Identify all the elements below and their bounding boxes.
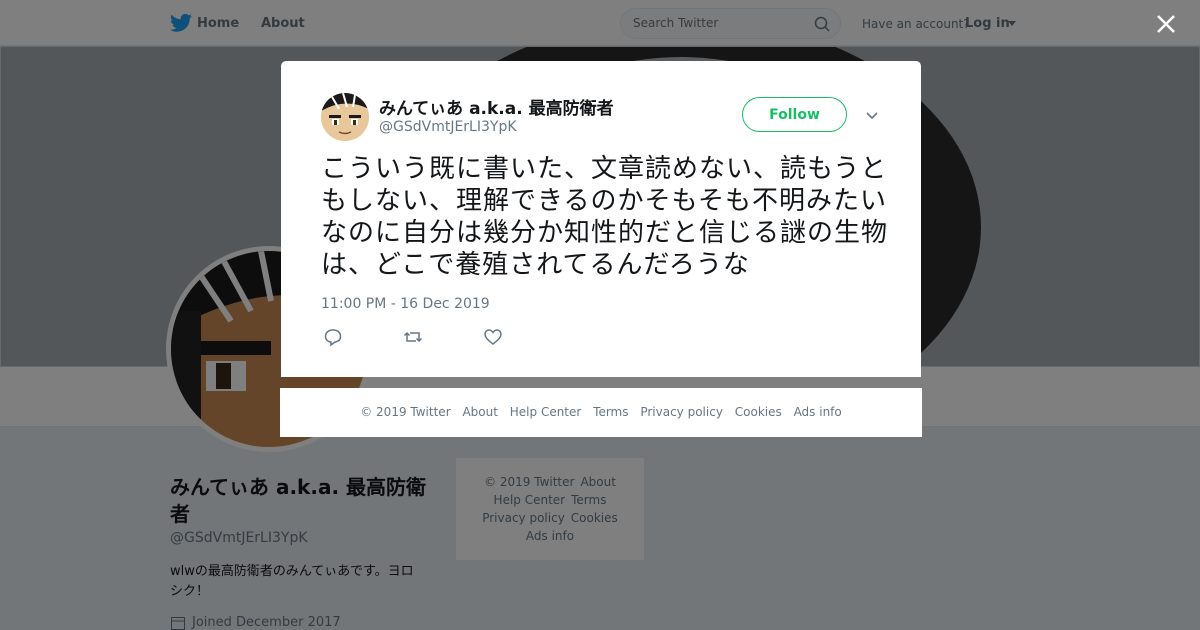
close-icon[interactable] xyxy=(1155,13,1177,35)
retweet-icon[interactable] xyxy=(403,327,423,347)
follow-button[interactable]: Follow xyxy=(742,97,847,132)
avatar-illustration xyxy=(321,93,369,141)
author-name[interactable]: みんてぃあ a.k.a. 最高防衛者 xyxy=(379,94,614,119)
modal-footer: © 2019 Twitter About Help Center Terms P… xyxy=(280,388,922,437)
author-handle[interactable]: @GSdVmtJErLI3YpK xyxy=(379,119,517,135)
footer-ads-link[interactable]: Ads info xyxy=(794,405,842,419)
footer-copyright: © 2019 Twitter xyxy=(360,405,451,419)
tweet-timestamp[interactable]: 11:00 PM - 16 Dec 2019 xyxy=(321,296,490,312)
footer-about-link[interactable]: About xyxy=(462,405,497,419)
like-icon[interactable] xyxy=(483,327,503,347)
chevron-down-icon[interactable] xyxy=(865,108,879,122)
footer-cookies-link[interactable]: Cookies xyxy=(735,405,782,419)
footer-privacy-link[interactable]: Privacy policy xyxy=(640,405,723,419)
footer-terms-link[interactable]: Terms xyxy=(593,405,628,419)
reply-icon[interactable] xyxy=(323,327,343,347)
tweet-modal: みんてぃあ a.k.a. 最高防衛者 @GSdVmtJErLI3YpK Foll… xyxy=(281,61,921,377)
author-avatar[interactable] xyxy=(321,93,369,141)
footer-help-link[interactable]: Help Center xyxy=(510,405,582,419)
tweet-text: こういう既に書いた、文章読めない、読もうともしない、理解できるのかそもそも不明み… xyxy=(321,154,889,280)
